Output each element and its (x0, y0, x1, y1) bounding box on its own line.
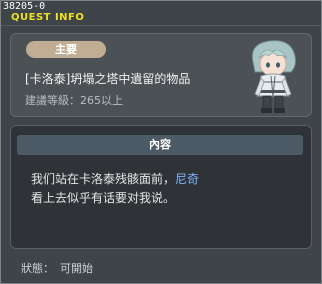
status-value: 可開始 (60, 262, 93, 275)
npc-name-link[interactable]: 尼奇 (175, 172, 199, 186)
quest-type-badge: 主要 (26, 41, 106, 58)
white-haired-npc-icon (251, 40, 296, 113)
window-title: QUEST INFO (11, 12, 85, 23)
description-line-1: 我们站在卡洛泰残骸面前，尼奇 (31, 170, 199, 187)
quest-content-panel: 內容 我们站在卡洛泰残骸面前，尼奇 看上去似乎有话要对我说。 (10, 125, 312, 249)
quest-name: [卡洛泰]坍塌之塔中遺留的物品 (25, 72, 191, 86)
quest-summary-panel: 主要 [卡洛泰]坍塌之塔中遺留的物品 建議等級：265以上 (10, 33, 312, 117)
description-text: 我们站在卡洛泰残骸面前， (31, 172, 176, 186)
title-divider (1, 25, 321, 26)
content-header: 內容 (17, 135, 303, 155)
status-label: 狀態： (21, 262, 54, 275)
description-line-2: 看上去似乎有话要对我说。 (31, 191, 176, 205)
quest-info-window: 38205-0 QUEST INFO 主要 [卡洛泰]坍塌之塔中遺留的物品 建議… (0, 0, 322, 284)
quest-id: 38205-0 (3, 1, 46, 12)
quest-status: 狀態： 可開始 (21, 260, 93, 276)
required-level: 建議等級：265以上 (25, 94, 123, 107)
